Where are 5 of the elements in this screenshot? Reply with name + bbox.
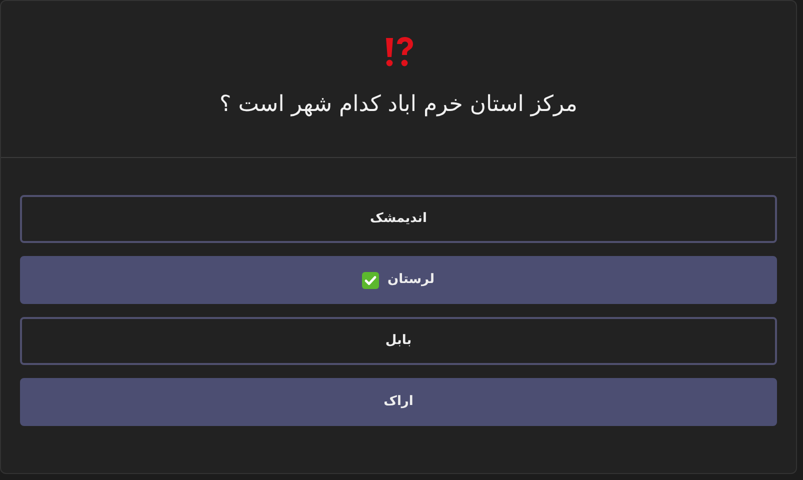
answer-option[interactable]: لرستان xyxy=(20,256,777,304)
answer-option[interactable]: اندیمشک xyxy=(20,195,777,243)
answer-option[interactable]: اراک xyxy=(20,378,777,426)
question-text: مرکز استان خرم اباد کدام شهر است ؟ xyxy=(220,91,578,119)
answer-option[interactable]: بابل xyxy=(20,317,777,365)
